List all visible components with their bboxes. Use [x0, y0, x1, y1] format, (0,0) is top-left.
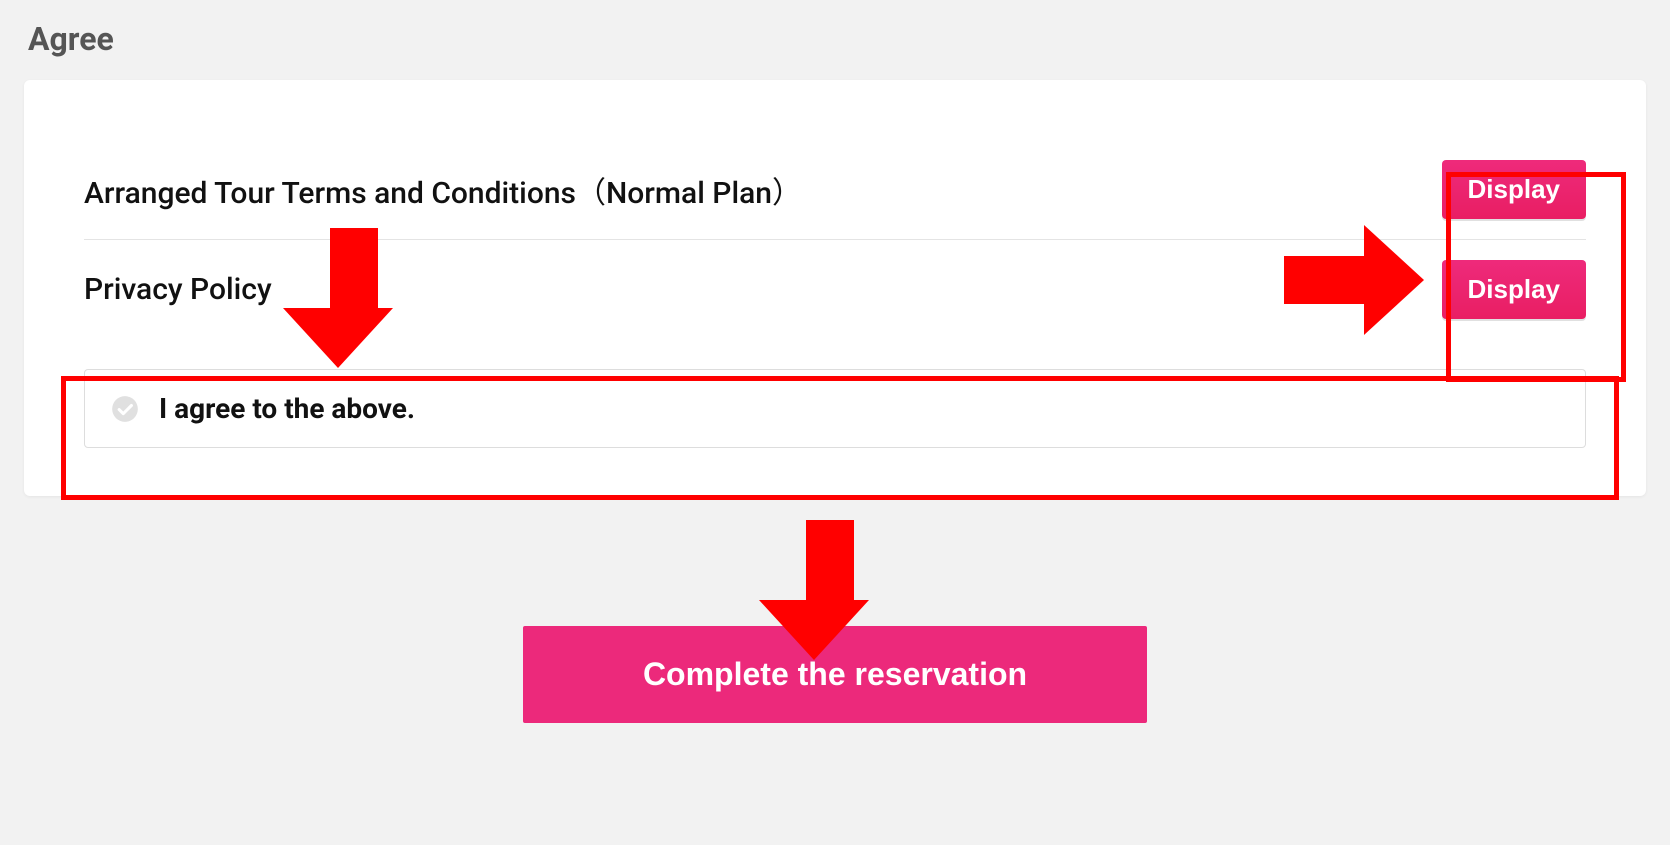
- annotation-arrow-right-icon: [1284, 225, 1424, 335]
- annotation-rect-agree: [61, 376, 1619, 500]
- annotation-rect-display-buttons: [1446, 172, 1626, 382]
- privacy-label: Privacy Policy: [84, 272, 272, 307]
- annotation-arrow-down-icon: [314, 228, 393, 368]
- annotation-arrow-down-submit-icon: [790, 520, 869, 660]
- section-title: Agree: [28, 20, 1646, 58]
- terms-label: Arranged Tour Terms and Conditions（Norma…: [84, 168, 802, 212]
